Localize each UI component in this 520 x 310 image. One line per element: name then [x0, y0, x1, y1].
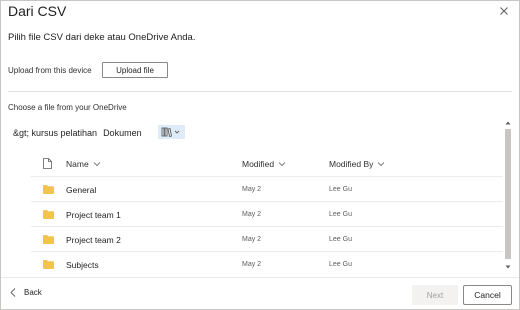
row-name: Project team 1: [66, 210, 121, 220]
column-header-name[interactable]: Name: [66, 159, 101, 169]
chevron-down-icon: [378, 162, 385, 167]
row-modified: May 2: [242, 211, 262, 218]
table-row[interactable]: Subjects May 2 Lee Gu: [31, 252, 503, 277]
upload-label: Upload from this device: [8, 65, 92, 75]
cancel-button[interactable]: Cancel: [463, 285, 512, 305]
file-icon: [43, 158, 52, 169]
section-divider: [8, 91, 512, 92]
table-row[interactable]: Project team 1 May 2 Lee Gu: [31, 202, 503, 227]
table-header: Name Modified Modified By: [31, 152, 503, 177]
upload-row: Upload from this device: [8, 62, 92, 78]
back-button[interactable]: Back: [10, 288, 42, 297]
row-modified-by: Lee Gu: [329, 261, 352, 268]
close-icon[interactable]: [496, 3, 512, 19]
table-row[interactable]: General May 2 Lee Gu: [31, 177, 503, 202]
onedrive-label: Choose a file from your OneDrive: [8, 103, 127, 112]
row-name: General: [66, 185, 97, 195]
scrollbar[interactable]: [504, 120, 512, 270]
dialog-subtitle: Pilih file CSV dari deke atau OneDrive A…: [8, 32, 196, 43]
next-button[interactable]: Next: [412, 285, 458, 305]
upload-file-button[interactable]: Upload file: [102, 62, 168, 78]
folder-icon: [43, 235, 54, 244]
column-header-modified[interactable]: Modified: [242, 159, 286, 169]
library-view-icon: [161, 127, 180, 138]
column-header-name-label: Name: [66, 159, 89, 169]
chevron-down-icon: [278, 162, 286, 167]
file-table: Name Modified Modified By General May 2 …: [31, 152, 503, 277]
chevron-left-icon: [10, 288, 16, 297]
back-button-label: Back: [24, 288, 42, 297]
breadcrumb-item-documents[interactable]: Dokumen: [103, 128, 142, 138]
row-modified: May 2: [242, 186, 262, 193]
scroll-track[interactable]: [505, 129, 511, 259]
breadcrumb: &gt; kursus pelatihan Dokumen: [13, 128, 142, 138]
row-name: Project team 2: [66, 235, 121, 245]
row-name: Subjects: [66, 260, 99, 270]
scroll-down-arrow-icon[interactable]: [505, 264, 511, 270]
row-modified-by: Lee Gu: [329, 211, 352, 218]
folder-icon: [43, 210, 54, 219]
folder-icon: [43, 260, 54, 269]
row-modified-by: Lee Gu: [329, 236, 352, 243]
row-modified: May 2: [242, 236, 262, 243]
column-header-modified-by-label: Modified By: [329, 159, 374, 169]
column-header-modified-by[interactable]: Modified By: [329, 159, 385, 169]
dialog-title: Dari CSV: [8, 3, 67, 19]
folder-icon: [43, 185, 54, 194]
breadcrumb-item-course[interactable]: &gt; kursus pelatihan: [13, 128, 97, 138]
row-modified: May 2: [242, 261, 262, 268]
scroll-thumb[interactable]: [505, 129, 511, 259]
scroll-up-arrow-icon[interactable]: [505, 120, 511, 126]
row-modified-by: Lee Gu: [329, 186, 352, 193]
chevron-down-icon: [93, 162, 100, 167]
table-row[interactable]: Project team 2 May 2 Lee Gu: [31, 227, 503, 252]
view-switcher-button[interactable]: [158, 125, 185, 139]
column-header-modified-label: Modified: [242, 159, 275, 169]
footer-divider: [1, 277, 519, 278]
csv-dialog: Dari CSV Pilih file CSV dari deke atau O…: [0, 0, 520, 310]
